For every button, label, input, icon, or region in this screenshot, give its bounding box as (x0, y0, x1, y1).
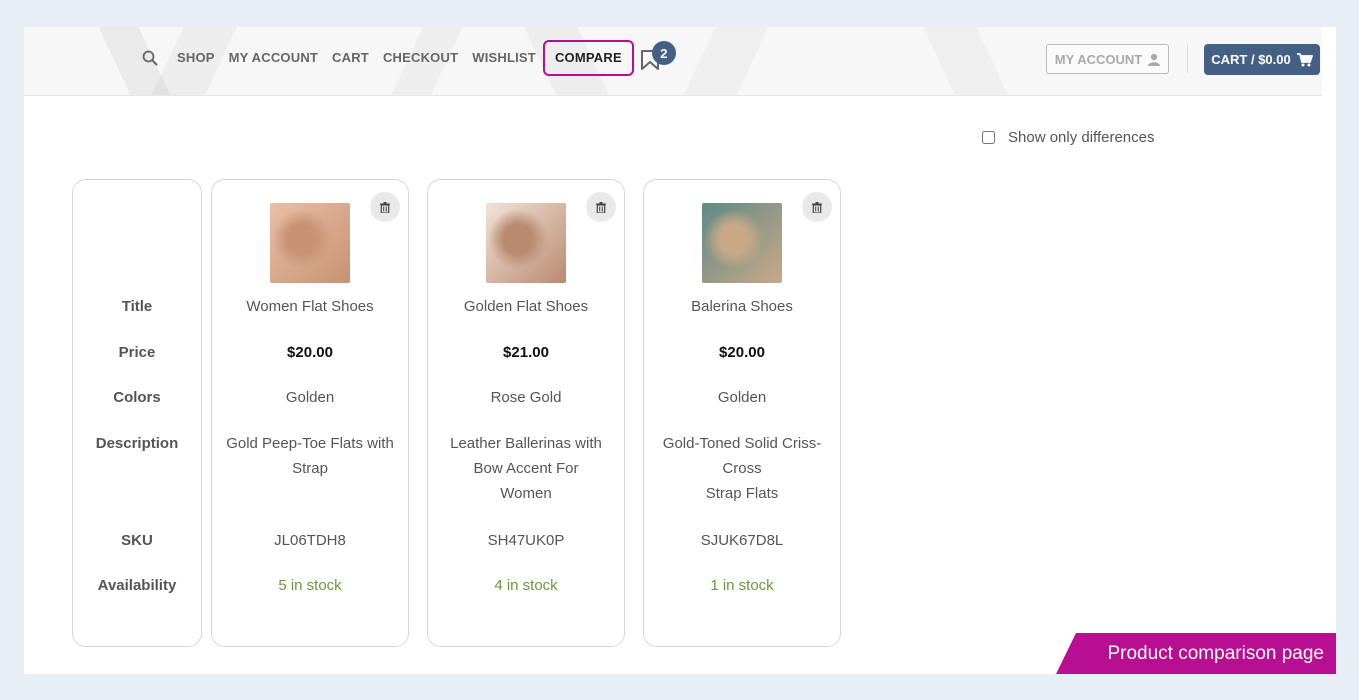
product-sku: SJUK67D8L (700, 532, 784, 549)
product-color: Rose Gold (490, 389, 562, 406)
product-price: $21.00 (503, 344, 549, 361)
remove-product-button[interactable] (586, 192, 616, 222)
product-image[interactable] (702, 203, 782, 283)
description-line: Strap Flats (705, 485, 779, 502)
remove-product-button[interactable] (802, 192, 832, 222)
page: SHOP MY ACCOUNT CART CHECKOUT WISHLIST C… (24, 27, 1336, 674)
product-column: Balerina Shoes $20.00 Golden Gold-Toned … (643, 179, 841, 647)
product-description: Gold-Toned Solid Criss- Cross Strap Flat… (644, 431, 840, 506)
product-sku: SH47UK0P (487, 532, 565, 549)
search-icon[interactable] (140, 48, 160, 68)
row-label-availability: Availability (97, 577, 177, 594)
product-description: Leather Ballerinas with Bow Accent For W… (428, 431, 624, 506)
product-column: Golden Flat Shoes $21.00 Rose Gold Leath… (427, 179, 625, 647)
product-title[interactable]: Golden Flat Shoes (428, 294, 624, 319)
nav-checkout[interactable]: CHECKOUT (376, 41, 465, 75)
nav-cart[interactable]: CART (325, 41, 376, 75)
trash-icon (812, 201, 822, 213)
compare-count-badge: 2 (651, 41, 676, 65)
row-label-sku: SKU (121, 532, 153, 549)
description-line: Leather Ballerinas with (450, 435, 602, 452)
row-label-description: Description (95, 435, 179, 452)
remove-product-button[interactable] (370, 192, 400, 222)
cart-icon (1296, 52, 1313, 66)
show-differences-label: Show only differences (1008, 129, 1155, 146)
product-description: Gold Peep-Toe Flats with Strap (212, 431, 408, 481)
description-line: Gold-Toned Solid Criss- (662, 435, 822, 452)
product-image[interactable] (486, 203, 566, 283)
my-account-button[interactable]: MY ACCOUNT (1046, 44, 1169, 74)
trash-icon (380, 201, 390, 213)
product-availability: 5 in stock (278, 577, 342, 594)
description-line: Women (500, 485, 552, 502)
row-label-title: Title (121, 298, 153, 315)
show-differences-checkbox[interactable] (982, 131, 995, 144)
product-price: $20.00 (719, 344, 765, 361)
product-availability: 1 in stock (710, 577, 774, 594)
product-column: Women Flat Shoes $20.00 Golden Gold Peep… (211, 179, 409, 647)
description-line: Gold Peep-Toe Flats with (226, 435, 394, 452)
description-line: Strap (292, 460, 328, 477)
description-line: Bow Accent For (473, 460, 579, 477)
description-line: Cross (722, 460, 762, 477)
product-image[interactable] (270, 203, 350, 283)
product-sku: JL06TDH8 (274, 532, 346, 549)
my-account-label: MY ACCOUNT (1054, 51, 1143, 67)
cart-label: CART / $0.00 (1211, 52, 1291, 67)
nav-compare[interactable]: COMPARE (542, 40, 634, 76)
nav-wishlist[interactable]: WISHLIST (465, 41, 543, 75)
site-header: SHOP MY ACCOUNT CART CHECKOUT WISHLIST C… (24, 27, 1322, 96)
user-icon (1148, 53, 1161, 66)
product-price: $20.00 (287, 344, 333, 361)
product-title[interactable]: Women Flat Shoes (212, 294, 408, 319)
product-color: Golden (717, 389, 767, 406)
row-label-price: Price (118, 344, 156, 361)
show-differences-toggle[interactable]: Show only differences (982, 129, 1154, 146)
nav-shop[interactable]: SHOP (170, 41, 222, 75)
trash-icon (596, 201, 606, 213)
product-title[interactable]: Balerina Shoes (644, 294, 840, 319)
nav-my-account[interactable]: MY ACCOUNT (222, 41, 325, 75)
product-availability: 4 in stock (494, 577, 558, 594)
header-divider (1187, 45, 1188, 73)
main-nav: SHOP MY ACCOUNT CART CHECKOUT WISHLIST C… (140, 40, 676, 76)
comparison-labels-column: Title Price Colors Description SKU Avail… (72, 179, 202, 647)
page-caption-banner: Product comparison page (1056, 633, 1336, 674)
row-label-colors: Colors (113, 389, 161, 406)
product-color: Golden (285, 389, 335, 406)
cart-button[interactable]: CART / $0.00 (1204, 44, 1320, 75)
compare-bookmark[interactable]: 2 (638, 41, 676, 75)
